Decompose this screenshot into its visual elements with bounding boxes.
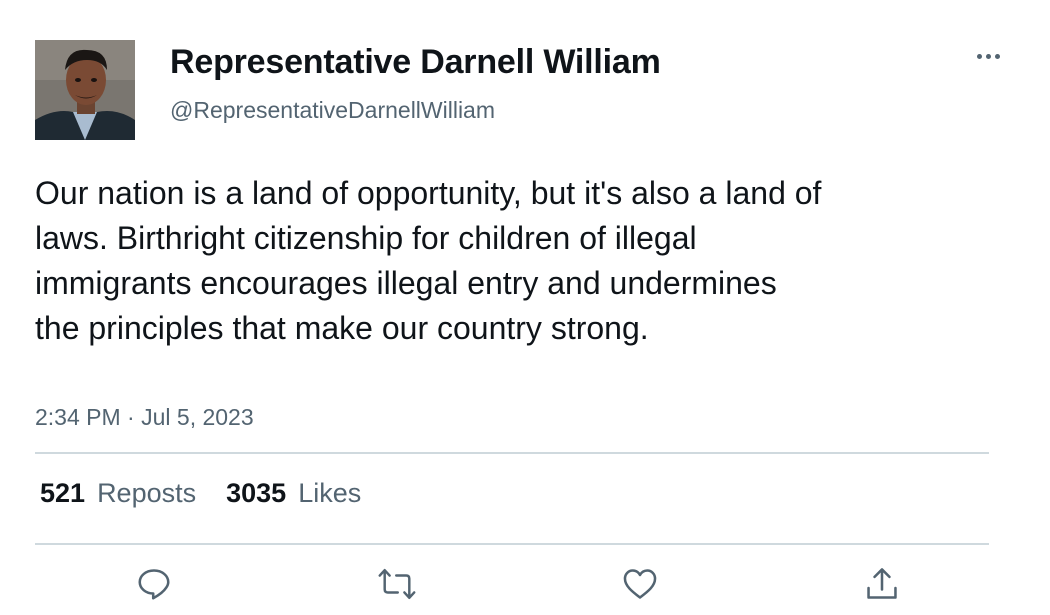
divider xyxy=(35,452,989,454)
like-button[interactable] xyxy=(620,564,660,604)
reposts-count: 521 xyxy=(40,478,86,508)
more-dot-icon xyxy=(976,53,982,59)
more-dot-icon xyxy=(985,53,991,59)
reposts-label: Reposts xyxy=(97,478,197,508)
profile-photo-icon xyxy=(35,40,135,140)
likes-label: Likes xyxy=(298,478,362,508)
speech-bubble-icon xyxy=(138,569,170,600)
timestamp[interactable]: 2:34 PM · Jul 5, 2023 xyxy=(35,404,254,431)
share-button[interactable] xyxy=(862,564,902,604)
engagement-stats: 521 Reposts 3035 Likes xyxy=(40,478,361,509)
avatar[interactable] xyxy=(35,40,135,140)
tweet-text: Our nation is a land of opportunity, but… xyxy=(35,175,822,346)
repost-button[interactable] xyxy=(377,564,417,604)
likes-stat[interactable]: 3035 Likes xyxy=(226,478,361,509)
reply-button[interactable] xyxy=(134,564,174,604)
repost-arrows-icon xyxy=(378,568,416,600)
tweet-date: Jul 5, 2023 xyxy=(141,404,254,430)
timestamp-separator: · xyxy=(127,404,135,430)
more-dot-icon xyxy=(994,53,1000,59)
user-handle[interactable]: @RepresentativeDarnellWilliam xyxy=(170,97,495,124)
more-options-button[interactable] xyxy=(970,42,1006,70)
divider xyxy=(35,543,989,545)
share-arrow-icon xyxy=(867,568,897,599)
tweet-time: 2:34 PM xyxy=(35,404,121,430)
display-name[interactable]: Representative Darnell William xyxy=(170,43,661,82)
heart-icon xyxy=(623,569,657,599)
likes-count: 3035 xyxy=(226,478,287,508)
reposts-stat[interactable]: 521 Reposts xyxy=(40,478,196,509)
